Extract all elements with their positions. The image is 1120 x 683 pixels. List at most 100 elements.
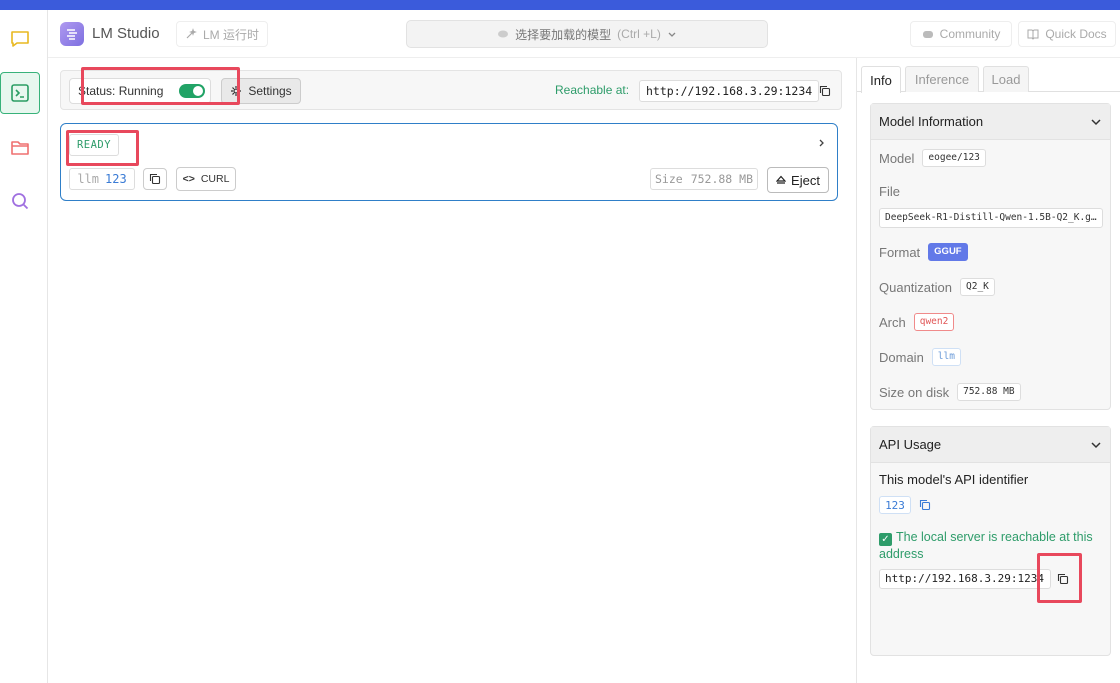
model-information-title: Model Information xyxy=(879,114,984,129)
quantization-row: Quantization Q2_K xyxy=(879,278,995,296)
curl-button[interactable]: <> cURL xyxy=(176,167,236,191)
tab-load[interactable]: Load xyxy=(983,66,1029,92)
size-on-disk-value: 752.88 MB xyxy=(957,383,1021,401)
window-top-bar xyxy=(0,0,1120,10)
api-usage-section: API Usage This model's API identifier 12… xyxy=(870,426,1111,656)
size-label: Size xyxy=(654,172,683,186)
left-nav-rail xyxy=(0,10,48,683)
chat-nav-button[interactable] xyxy=(0,18,40,60)
domain-label: Domain xyxy=(879,349,924,365)
copy-icon xyxy=(919,499,931,511)
quantization-value: Q2_K xyxy=(960,278,995,296)
model-row: Model eogee/123 xyxy=(879,149,986,167)
reachable-label: Reachable at: xyxy=(555,83,630,97)
runtime-label: LM 运行时 xyxy=(203,27,260,42)
curl-label: cURL xyxy=(200,173,230,185)
file-label: File xyxy=(879,184,900,199)
model-value: eogee/123 xyxy=(922,149,986,167)
arch-row: Arch qwen2 xyxy=(879,313,955,331)
quick-docs-button[interactable]: Quick Docs xyxy=(1018,21,1116,47)
chevron-right-icon[interactable] xyxy=(817,136,827,151)
model-information-section: Model Information Model eogee/123 File D… xyxy=(870,103,1111,410)
details-tabs: Info Inference Load xyxy=(857,66,1120,93)
server-toggle-switch[interactable] xyxy=(179,84,206,98)
search-icon xyxy=(12,193,29,210)
api-identifier-value: 123 xyxy=(879,496,911,514)
server-status-toggle[interactable]: Status: Running xyxy=(69,78,211,104)
model-size: Size 752.88 MB xyxy=(650,168,758,190)
size-on-disk-row: Size on disk 752.88 MB xyxy=(879,383,1021,401)
chevron-down-icon xyxy=(668,32,676,37)
format-value: GGUF xyxy=(928,243,968,261)
api-usage-title: API Usage xyxy=(879,437,942,452)
format-label: Format xyxy=(879,244,921,260)
model-identifier: llm 123 xyxy=(69,168,135,190)
server-reachable-message: ✓ The local server is reachable at this a… xyxy=(879,529,1105,562)
format-row: Format GGUF xyxy=(879,243,968,261)
server-settings-button[interactable]: Settings xyxy=(221,78,301,104)
book-icon xyxy=(1027,29,1039,40)
model-select-label: 选择要加载的模型 xyxy=(515,27,612,42)
app-title: LM Studio xyxy=(92,25,160,42)
model-icon xyxy=(498,30,509,38)
models-nav-button[interactable] xyxy=(0,126,40,168)
model-information-header[interactable]: Model Information xyxy=(871,104,1110,140)
settings-label: Settings xyxy=(248,84,292,98)
reachable-url: http://192.168.3.29:1234 xyxy=(639,80,820,102)
server-status-bar: Status: Running Settings Reachable at: h… xyxy=(60,70,842,110)
community-label: Community xyxy=(939,27,1001,41)
tab-info[interactable]: Info xyxy=(861,66,901,93)
copy-icon xyxy=(1057,573,1069,585)
size-on-disk-label: Size on disk xyxy=(879,384,950,400)
copy-icon xyxy=(819,85,831,97)
model-select-dropdown[interactable]: 选择要加载的模型 (Ctrl +L) xyxy=(406,20,768,48)
eject-label: Eject xyxy=(791,172,820,188)
copy-url-button[interactable] xyxy=(816,82,834,100)
domain-value: llm xyxy=(931,348,961,366)
arch-value: qwen2 xyxy=(913,313,955,331)
tab-inference[interactable]: Inference xyxy=(905,66,979,92)
copy-api-url-button[interactable] xyxy=(1054,570,1072,588)
discover-nav-button[interactable] xyxy=(0,180,40,222)
developer-nav-button[interactable] xyxy=(0,72,40,114)
gear-icon xyxy=(231,86,242,96)
file-row: File xyxy=(879,184,900,199)
copy-identifier-button[interactable] xyxy=(143,168,167,190)
checkmark-icon: ✓ xyxy=(879,533,892,546)
file-value: DeepSeek-R1-Distill-Qwen-1.5B-Q2_K.gguf xyxy=(879,208,1103,228)
model-label: Model xyxy=(879,150,915,166)
api-url-value: http://192.168.3.29:1234 xyxy=(879,569,1051,589)
api-identifier-label: This model's API identifier xyxy=(879,472,1029,487)
eject-button[interactable]: Eject xyxy=(767,167,829,193)
developer-main-panel: Status: Running Settings Reachable at: h… xyxy=(48,58,856,683)
terminal-icon xyxy=(11,84,29,102)
arch-label: Arch xyxy=(879,314,906,330)
discord-icon xyxy=(922,31,933,38)
chat-icon xyxy=(11,31,29,47)
model-type: llm xyxy=(77,172,99,186)
domain-row: Domain llm xyxy=(879,348,961,366)
copy-icon xyxy=(149,173,161,185)
server-reachable-text: The local server is reachable at this ad… xyxy=(879,530,1093,561)
server-status-label: Status: Running xyxy=(78,84,164,98)
size-value: 752.88 MB xyxy=(690,172,753,186)
quick-docs-label: Quick Docs xyxy=(1045,27,1107,41)
copy-api-identifier-button[interactable] xyxy=(916,496,934,514)
chevron-down-icon xyxy=(1091,118,1101,125)
quantization-label: Quantization xyxy=(879,279,952,295)
folder-icon xyxy=(11,141,29,155)
app-header: LM Studio LM 运行时 选择要加载的模型 (Ctrl +L) Comm… xyxy=(48,10,1120,58)
wand-icon xyxy=(186,28,197,39)
model-details-panel: Info Inference Load Model Information Mo… xyxy=(856,58,1120,683)
loaded-model-card[interactable]: READY llm 123 <> cURL Size 752.88 MB Eje… xyxy=(60,123,838,201)
community-button[interactable]: Community xyxy=(910,21,1012,47)
runtime-button[interactable]: LM 运行时 xyxy=(176,21,269,47)
chevron-down-icon xyxy=(1091,441,1101,448)
code-icon: <> xyxy=(182,173,195,185)
model-select-shortcut: (Ctrl +L) xyxy=(617,27,661,41)
lm-studio-logo xyxy=(60,22,84,46)
eject-icon xyxy=(776,175,787,184)
model-id: 123 xyxy=(105,172,127,186)
api-usage-header[interactable]: API Usage xyxy=(871,427,1110,463)
model-status-badge: READY xyxy=(69,134,119,156)
